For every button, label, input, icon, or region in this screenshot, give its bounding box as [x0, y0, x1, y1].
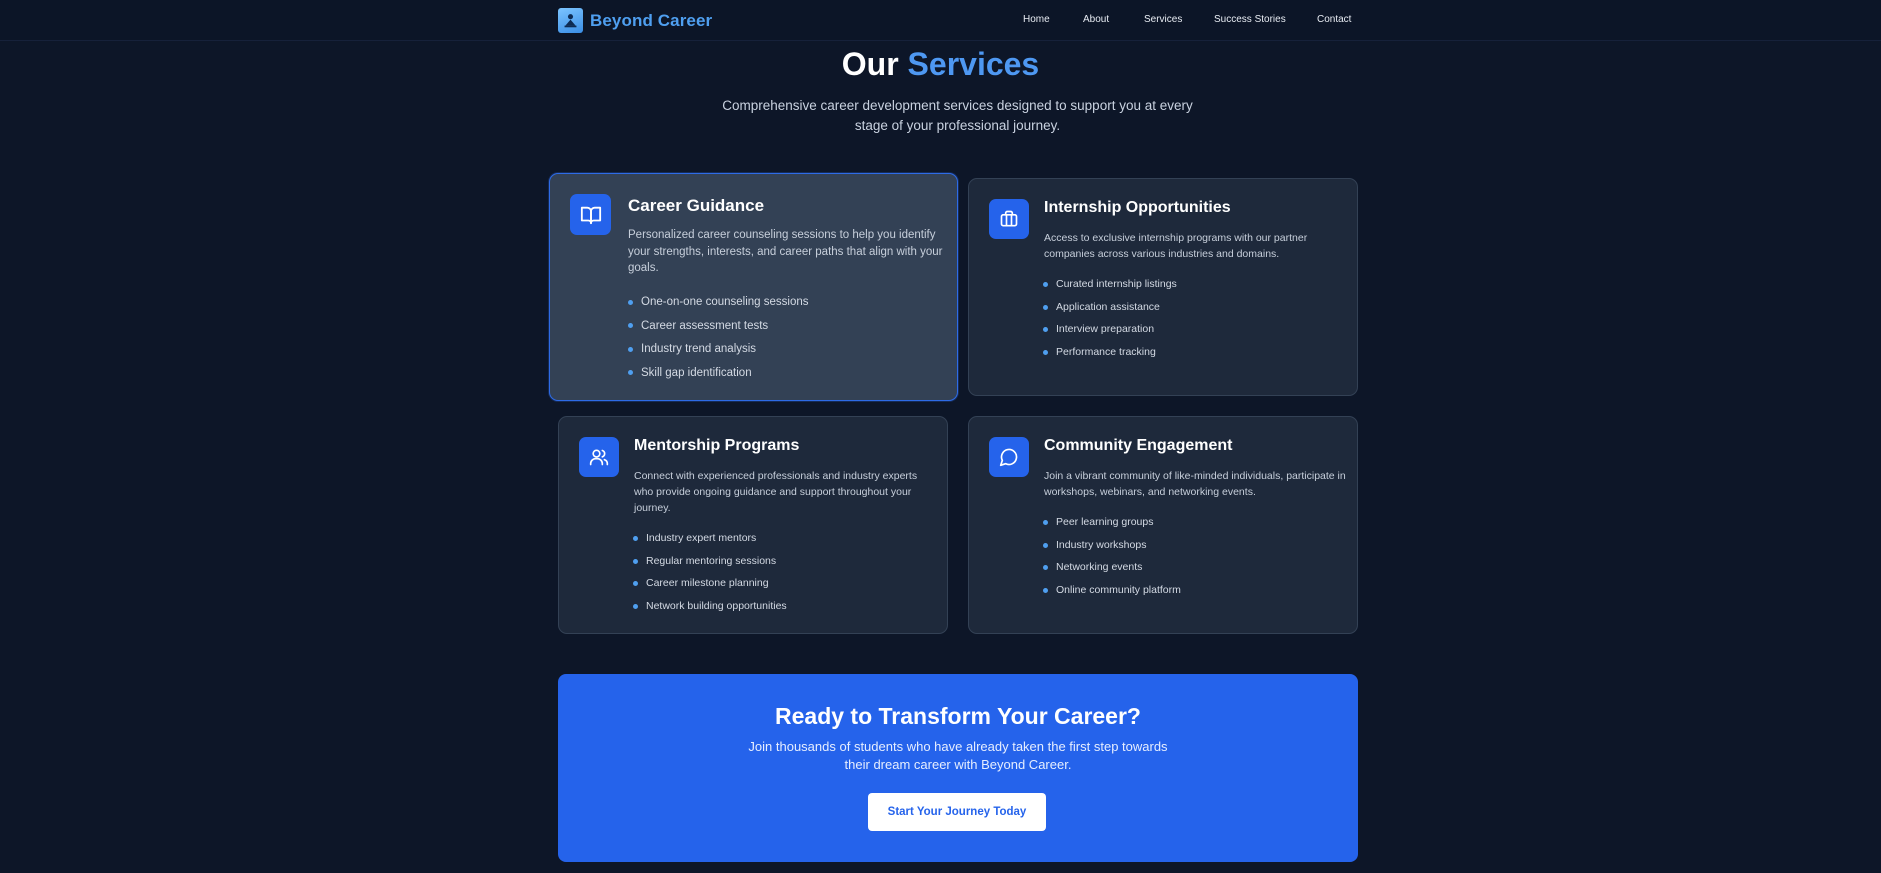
list-item: Peer learning groups: [1043, 515, 1181, 530]
service-card-career-guidance[interactable]: Career Guidance Personalized career coun…: [549, 173, 958, 401]
card-title: Mentorship Programs: [634, 437, 800, 454]
feature-list: One-on-one counseling sessions Career as…: [628, 294, 809, 381]
list-item: Network building opportunities: [633, 599, 787, 612]
list-item: Skill gap identification: [628, 365, 809, 381]
card-description: Join a vibrant community of like-minded …: [1044, 470, 1346, 498]
nav-link-services[interactable]: Services: [1144, 14, 1182, 25]
card-title: Community Engagement: [1044, 437, 1233, 454]
page-title: Our Services: [0, 46, 1881, 83]
briefcase-icon: [989, 199, 1029, 239]
feature-list: Peer learning groups Industry workshops …: [1043, 515, 1181, 598]
list-item: One-on-one counseling sessions: [628, 296, 809, 308]
feature-list: Industry expert mentors Regular mentorin…: [633, 531, 787, 614]
start-journey-button[interactable]: Start Your Journey Today: [868, 793, 1046, 831]
page-subtitle: Comprehensive career development service…: [722, 98, 1193, 133]
list-item: Networking events: [1043, 560, 1181, 575]
nav-link-home[interactable]: Home: [1023, 14, 1050, 25]
nav-link-success-stories[interactable]: Success Stories: [1214, 14, 1286, 25]
card-title: Internship Opportunities: [1044, 199, 1231, 216]
cta-banner: Ready to Transform Your Career? Join tho…: [558, 674, 1358, 862]
service-card-internship-opportunities[interactable]: Internship Opportunities Access to exclu…: [968, 178, 1358, 396]
feature-list: Curated internship listings Application …: [1043, 277, 1177, 360]
card-description: Connect with experienced professionals a…: [634, 470, 918, 514]
list-item: Industry workshops: [1043, 538, 1181, 553]
top-navigation: Beyond Career Home About Services Succes…: [0, 0, 1881, 41]
list-item: Industry expert mentors: [633, 531, 787, 546]
list-item: Curated internship listings: [1043, 278, 1177, 290]
card-title: Career Guidance: [628, 196, 765, 215]
chat-bubble-icon: [989, 437, 1029, 477]
card-description: Personalized career counseling sessions …: [628, 229, 943, 274]
title-prefix: Our: [841, 46, 899, 82]
title-accent: Services: [907, 46, 1040, 82]
list-item: Online community platform: [1043, 583, 1181, 596]
nav-link-contact[interactable]: Contact: [1317, 14, 1351, 25]
users-icon: [579, 437, 619, 477]
service-card-mentorship-programs[interactable]: Mentorship Programs Connect with experie…: [558, 416, 948, 634]
list-item: Performance tracking: [1043, 345, 1177, 360]
list-item: Career assessment tests: [628, 318, 809, 334]
cta-title: Ready to Transform Your Career?: [775, 703, 1141, 729]
book-open-icon: [570, 194, 611, 235]
list-item: Regular mentoring sessions: [633, 554, 787, 569]
service-card-community-engagement[interactable]: Community Engagement Join a vibrant comm…: [968, 416, 1358, 634]
cta-text: Join thousands of students who have alre…: [748, 739, 1168, 772]
nav-links: Home About Services Success Stories Cont…: [0, 14, 1881, 28]
nav-link-about[interactable]: About: [1083, 14, 1109, 25]
list-item: Career milestone planning: [633, 576, 787, 591]
list-item: Application assistance: [1043, 300, 1177, 315]
list-item: Industry trend analysis: [628, 341, 809, 357]
card-description: Access to exclusive internship programs …: [1044, 232, 1308, 260]
list-item: Interview preparation: [1043, 322, 1177, 337]
